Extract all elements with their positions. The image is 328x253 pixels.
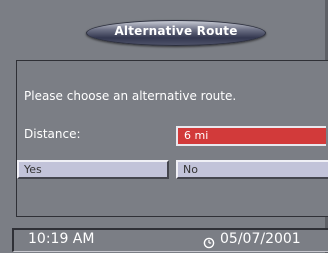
no-button[interactable]: No xyxy=(176,160,328,179)
status-date: 05/07/2001 xyxy=(220,231,301,247)
prompt-text: Please choose an alternative route. xyxy=(24,89,237,103)
yes-button[interactable]: Yes xyxy=(17,160,169,179)
clock-icon xyxy=(203,234,215,249)
distance-label: Distance: xyxy=(24,127,81,141)
distance-value-field[interactable]: 6 mi xyxy=(176,126,326,146)
status-time: 10:19 AM xyxy=(28,231,95,247)
page-title: Alternative Route xyxy=(114,24,238,38)
